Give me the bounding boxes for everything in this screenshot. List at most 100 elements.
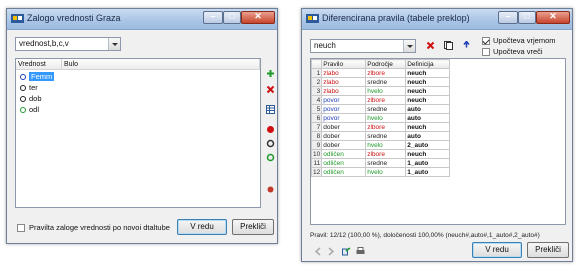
print-icon[interactable] bbox=[356, 247, 365, 256]
export-icon[interactable] bbox=[342, 247, 351, 256]
attribute-select[interactable]: vrednost,b,c,v bbox=[15, 37, 121, 51]
forward-icon[interactable] bbox=[326, 247, 335, 256]
copy-icon[interactable] bbox=[444, 41, 453, 50]
cell-definition[interactable]: neuch bbox=[405, 122, 451, 132]
rules-table[interactable]: Pravilo Področje Definicija 1 zlabo zlbore… bbox=[310, 58, 566, 225]
check-vreci[interactable] bbox=[482, 48, 490, 56]
cell-area[interactable]: zlbore bbox=[365, 149, 407, 159]
window-rules: Diferencirana pravila (tabele preklop) –… bbox=[301, 8, 573, 262]
cell-definition[interactable]: auto bbox=[405, 113, 451, 123]
table-row[interactable]: 6 povor hvelo auto bbox=[311, 113, 451, 123]
cell-area[interactable]: hvelo bbox=[365, 86, 407, 96]
cell-area[interactable]: hvelo bbox=[365, 167, 407, 177]
column-header-area[interactable]: Področje bbox=[365, 59, 407, 69]
cell-definition[interactable]: neuch bbox=[405, 149, 451, 159]
cell-area[interactable]: zlbore bbox=[365, 122, 407, 132]
cell-area[interactable]: hvelo bbox=[365, 113, 407, 123]
up-icon[interactable] bbox=[266, 139, 275, 148]
cell-rule[interactable]: povor bbox=[321, 113, 367, 123]
cancel-button[interactable]: Prekliči bbox=[232, 219, 274, 235]
cell-area[interactable]: sredne bbox=[365, 77, 407, 87]
cell-definition[interactable]: auto bbox=[405, 104, 451, 114]
table-row[interactable]: 7 dober zlbore neuch bbox=[311, 122, 451, 132]
table-row[interactable]: 1 zlabo zlbore neuch bbox=[311, 68, 451, 78]
ok-button[interactable]: V redu bbox=[472, 242, 522, 258]
cell-area[interactable]: hvelo bbox=[365, 140, 407, 150]
list-item[interactable]: dob bbox=[20, 94, 42, 104]
ok-button[interactable]: V redu bbox=[177, 219, 227, 235]
close-button[interactable]: ✕ bbox=[536, 11, 570, 24]
cell-rule[interactable]: odličen bbox=[321, 149, 367, 159]
cell-area[interactable]: sredne bbox=[365, 131, 407, 141]
cancel-button[interactable]: Prekliči bbox=[527, 242, 569, 258]
table-row[interactable]: 4 povor zlbore neuch bbox=[311, 95, 451, 105]
minimize-button[interactable]: – bbox=[498, 11, 518, 24]
cell-definition[interactable]: auto bbox=[405, 131, 451, 141]
close-button[interactable]: ✕ bbox=[241, 11, 275, 24]
table-row[interactable]: 2 zlabo sredne neuch bbox=[311, 77, 451, 87]
red-value-icon[interactable] bbox=[266, 125, 275, 134]
maximize-button[interactable]: □ bbox=[223, 11, 241, 24]
cell-rule[interactable]: povor bbox=[321, 95, 367, 105]
table-row[interactable]: 12 odličen hvelo 1_auto bbox=[311, 167, 451, 177]
cell-area[interactable]: sredne bbox=[365, 158, 407, 168]
cell-rule[interactable]: odličen bbox=[321, 158, 367, 168]
column-header-description[interactable]: Bulo bbox=[62, 59, 260, 70]
table-row[interactable]: 8 dober sredne auto bbox=[311, 131, 451, 141]
cell-rule[interactable]: dober bbox=[321, 131, 367, 141]
values-list[interactable]: Vrednost Bulo Femm ter dob odl bbox=[15, 58, 261, 208]
table-row[interactable]: 5 povor sredne auto bbox=[311, 104, 451, 114]
cell-rule[interactable]: zlabo bbox=[321, 77, 367, 87]
class-select-value: neuch bbox=[314, 41, 336, 50]
cell-definition[interactable]: neuch bbox=[405, 95, 451, 105]
cell-rule[interactable]: zlabo bbox=[321, 68, 367, 78]
list-item-label: odl bbox=[29, 105, 40, 114]
list-item[interactable]: ter bbox=[20, 83, 38, 93]
cell-rule[interactable]: dober bbox=[321, 122, 367, 132]
cell-rule[interactable]: povor bbox=[321, 104, 367, 114]
cell-area[interactable]: zlbore bbox=[365, 68, 407, 78]
table-row[interactable]: 3 zlabo hvelo neuch bbox=[311, 86, 451, 96]
move-down-icon[interactable] bbox=[266, 185, 275, 194]
zaloga-checkbox-label: Pravilta zaloge vrednosti po novoi dtalt… bbox=[29, 223, 170, 232]
cell-rule[interactable]: dober bbox=[321, 140, 367, 150]
list-item[interactable]: Femm bbox=[20, 72, 55, 82]
delete-icon[interactable] bbox=[266, 85, 275, 94]
chevron-down-icon[interactable] bbox=[403, 40, 415, 52]
cell-definition[interactable]: neuch bbox=[405, 86, 451, 96]
class-select[interactable]: neuch bbox=[310, 39, 416, 53]
check-vrjemom[interactable] bbox=[482, 37, 490, 45]
cell-rule[interactable]: zlabo bbox=[321, 86, 367, 96]
cell-definition[interactable]: 2_auto bbox=[405, 140, 451, 150]
zaloga-checkbox[interactable] bbox=[17, 224, 25, 232]
cell-rule[interactable]: odličen bbox=[321, 167, 367, 177]
cell-area[interactable]: sredne bbox=[365, 104, 407, 114]
green-value-icon[interactable] bbox=[266, 153, 275, 162]
row-number: 9 bbox=[311, 140, 323, 150]
cell-definition[interactable]: 1_auto bbox=[405, 158, 451, 168]
pin-icon[interactable] bbox=[462, 41, 471, 50]
add-icon[interactable] bbox=[266, 69, 275, 78]
table-row[interactable]: 9 dober hvelo 2_auto bbox=[311, 140, 451, 150]
column-header-value[interactable]: Vrednost bbox=[16, 59, 62, 70]
close-icon: ✕ bbox=[254, 11, 262, 21]
table-icon[interactable] bbox=[266, 105, 275, 114]
back-icon[interactable] bbox=[314, 247, 323, 256]
column-header-definition[interactable]: Definicija bbox=[405, 59, 451, 69]
cell-area[interactable]: zlbore bbox=[365, 95, 407, 105]
cell-definition[interactable]: neuch bbox=[405, 77, 451, 87]
table-row[interactable]: 10 odličen zlbore neuch bbox=[311, 149, 451, 159]
delete-icon[interactable] bbox=[426, 41, 435, 50]
cell-definition[interactable]: neuch bbox=[405, 68, 451, 78]
title-bar[interactable]: Zalogo vrednosti Graza – □ ✕ bbox=[7, 9, 277, 30]
maximize-button[interactable]: □ bbox=[518, 11, 536, 24]
table-row[interactable]: 11 odličen sredne 1_auto bbox=[311, 158, 451, 168]
table-header-row: Pravilo Področje Definicija bbox=[311, 59, 451, 69]
window-title: Diferencirana pravila (tabele preklop) bbox=[322, 13, 470, 23]
cell-definition[interactable]: 1_auto bbox=[405, 167, 451, 177]
minimize-button[interactable]: – bbox=[203, 11, 223, 24]
title-bar[interactable]: Diferencirana pravila (tabele preklop) –… bbox=[302, 9, 572, 30]
column-header-rule[interactable]: Pravilo bbox=[321, 59, 367, 69]
list-item[interactable]: odl bbox=[20, 105, 39, 115]
chevron-down-icon[interactable] bbox=[108, 38, 120, 50]
